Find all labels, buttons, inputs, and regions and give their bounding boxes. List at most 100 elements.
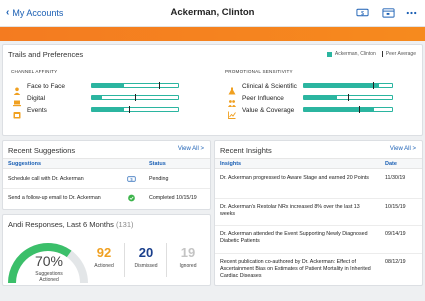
insight-date: 11/30/19 xyxy=(385,175,406,181)
trails-title: Trails and Preferences xyxy=(8,50,84,59)
calendar-icon[interactable] xyxy=(382,7,395,18)
col-suggestions: Suggestions xyxy=(8,161,42,167)
accent-band xyxy=(0,27,425,41)
preference-label: Digital xyxy=(27,94,46,102)
insight-date: 09/14/19 xyxy=(385,231,406,237)
insight-text: Recent publication co-authored by Dr. Ac… xyxy=(220,259,371,279)
table-row[interactable]: Recent publication co-authored by Dr. Ac… xyxy=(215,254,422,287)
dismissed-count: 20 xyxy=(138,245,154,260)
preference-label: Peer Influence xyxy=(242,94,284,102)
people-icon xyxy=(228,94,236,107)
suggestions-view-all-link[interactable]: View All > xyxy=(178,146,204,152)
actioned-count: 92 xyxy=(96,245,112,260)
promotional-sensitivity-heading: PROMOTIONAL SENSITIVITY xyxy=(225,69,293,74)
percent-label-2: Actioned xyxy=(39,277,59,283)
preference-bar-fill xyxy=(304,84,379,87)
dollar-card-icon[interactable]: $ xyxy=(356,7,369,18)
insights-table-header: Insights Date xyxy=(215,158,422,169)
preference-bar-fill xyxy=(304,96,338,99)
table-row[interactable]: Send a follow-up email to Dr. Ackerman C… xyxy=(3,189,210,208)
preference-row: Digital xyxy=(13,93,46,107)
dollar-card-icon: $ xyxy=(127,176,136,182)
peer-average-marker xyxy=(128,106,130,113)
more-icon[interactable] xyxy=(405,7,418,18)
andi-responses-card: Andi Responses, Last 6 Months (131) 70% … xyxy=(2,214,211,286)
ignored-stat: 19 Ignored xyxy=(169,245,207,269)
preference-label: Clinical & Scientific xyxy=(242,82,297,90)
table-row[interactable]: Schedule call with Dr. Ackerman $ Pendin… xyxy=(3,170,210,189)
preference-row: Clinical & Scientific xyxy=(228,81,297,95)
col-status: Status xyxy=(149,161,166,167)
divider xyxy=(166,243,167,277)
ignored-label: Ignored xyxy=(179,263,197,269)
preference-bar-fill xyxy=(92,96,103,99)
trails-card: Trails and Preferences Ackerman, Clinton… xyxy=(2,44,423,136)
insight-text: Dr. Ackerman attended the Event Supporti… xyxy=(220,231,368,244)
preference-bar-fill xyxy=(304,108,375,111)
peer-average-marker xyxy=(135,94,136,101)
preference-bar xyxy=(91,94,179,101)
preference-bar xyxy=(91,106,179,113)
preference-row: Peer Influence xyxy=(228,93,284,107)
preference-row: Face to Face xyxy=(13,81,65,95)
col-insights: Insights xyxy=(220,161,242,167)
dismissed-label: Dismissed xyxy=(134,263,158,269)
suggestion-text: Send a follow-up email to Dr. Ackerman xyxy=(8,195,101,201)
preference-bar xyxy=(303,94,393,101)
insight-date: 10/15/19 xyxy=(385,204,406,210)
preference-bar xyxy=(303,82,393,89)
preference-bar-fill xyxy=(92,84,124,87)
col-date: Date xyxy=(385,161,397,167)
svg-text:$: $ xyxy=(361,11,364,17)
insight-text: Dr. Ackerman's Restolar NRx increased 8%… xyxy=(220,204,360,217)
dismissed-stat: 20 Dismissed xyxy=(127,245,165,269)
preference-label: Face to Face xyxy=(27,82,65,90)
peer-average-marker xyxy=(372,82,374,89)
table-row[interactable]: Dr. Ackerman attended the Event Supporti… xyxy=(215,226,422,254)
percent-label: Suggestions Actioned xyxy=(25,271,73,283)
preference-row: Value & Coverage xyxy=(228,105,294,119)
preference-bar xyxy=(303,106,393,113)
insights-title: Recent Insights xyxy=(220,146,272,155)
peer-average-marker xyxy=(348,94,349,101)
suggestion-status: Pending xyxy=(149,176,169,182)
check-circle-icon xyxy=(128,194,135,202)
suggestion-status: Completed 10/15/19 xyxy=(149,195,197,201)
channel-affinity-heading: CHANNEL AFFINITY xyxy=(11,69,58,74)
top-bar: ‹ My Accounts Ackerman, Clinton $ xyxy=(0,0,425,27)
insights-view-all-link[interactable]: View All > xyxy=(390,146,416,152)
insights-card: Recent Insights View All > Insights Date… xyxy=(214,140,423,286)
flask-icon xyxy=(228,82,236,95)
preference-row: Events xyxy=(13,105,47,119)
andi-title: Andi Responses, Last 6 Months (131) xyxy=(8,220,134,229)
suggestions-card: Recent Suggestions View All > Suggestion… xyxy=(2,140,211,210)
andi-title-text: Andi Responses, Last 6 Months xyxy=(8,220,114,229)
suggestions-title: Recent Suggestions xyxy=(8,146,76,155)
legend-peer-label: Peer Average xyxy=(385,51,416,57)
andi-count: (131) xyxy=(116,220,134,229)
back-label: My Accounts xyxy=(12,7,64,18)
divider xyxy=(124,243,125,277)
person-icon xyxy=(13,82,21,95)
legend-peer-marker xyxy=(381,51,383,57)
preference-bar-fill xyxy=(92,108,124,111)
peer-average-marker xyxy=(159,82,161,89)
ignored-count: 19 xyxy=(180,245,196,260)
event-icon xyxy=(13,106,21,119)
laptop-icon xyxy=(13,94,21,107)
chart-icon xyxy=(228,106,236,119)
back-button[interactable]: ‹ My Accounts xyxy=(6,7,63,18)
actioned-label: Actioned xyxy=(94,263,114,269)
insight-date: 08/12/19 xyxy=(385,259,406,265)
suggestion-text: Schedule call with Dr. Ackerman xyxy=(8,176,84,182)
legend-self-label: Ackerman, Clinton xyxy=(334,51,376,57)
actioned-stat: 92 Actioned xyxy=(85,245,123,269)
table-row[interactable]: Dr. Ackerman progressed to Aware Stage a… xyxy=(215,170,422,199)
preference-label: Events xyxy=(27,106,47,114)
legend: Ackerman, Clinton Peer Average xyxy=(326,51,416,57)
peer-average-marker xyxy=(358,106,360,113)
suggestions-table-header: Suggestions Status xyxy=(3,158,210,169)
legend-self-swatch xyxy=(326,51,332,57)
chevron-left-icon: ‹ xyxy=(6,7,10,18)
table-row[interactable]: Dr. Ackerman's Restolar NRx increased 8%… xyxy=(215,199,422,226)
